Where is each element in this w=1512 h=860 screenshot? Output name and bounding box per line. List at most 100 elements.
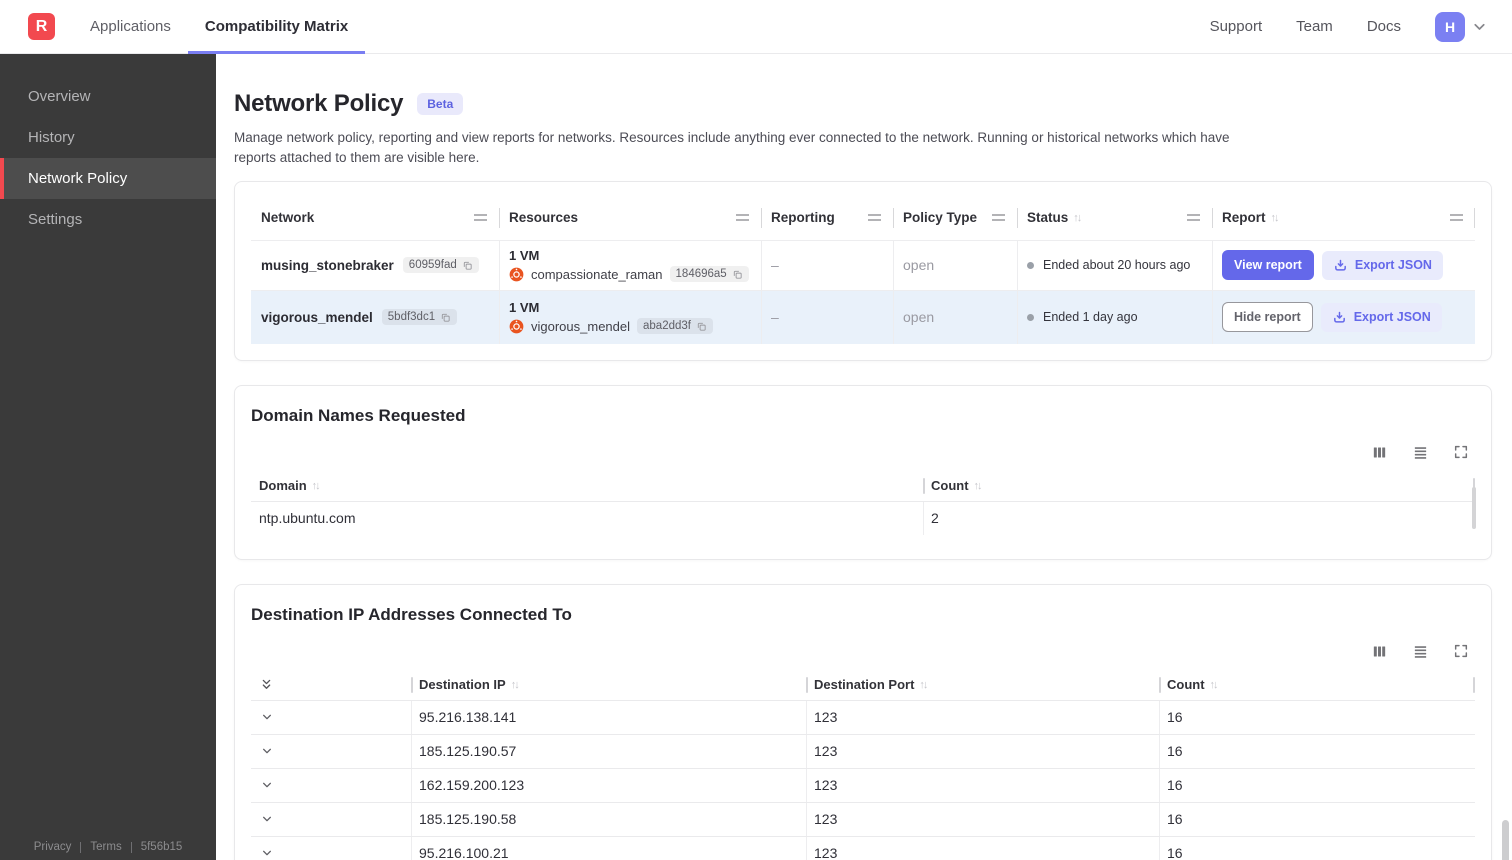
download-icon	[1334, 259, 1346, 271]
tab-applications[interactable]: Applications	[73, 0, 188, 54]
export-json-button[interactable]: Export JSON	[1321, 250, 1443, 280]
column-header-reporting[interactable]: Reporting	[761, 196, 893, 240]
column-header-resources[interactable]: Resources	[499, 196, 761, 240]
page-description: Manage network policy, reporting and vie…	[234, 130, 1230, 166]
destinations-card: Destination IP Addresses Connected To De…	[234, 583, 1492, 860]
expand-icon[interactable]	[1453, 444, 1469, 460]
column-label: Resources	[509, 210, 579, 225]
view-report-button[interactable]: View report	[1222, 250, 1314, 280]
copy-icon[interactable]	[696, 321, 707, 332]
column-drag-handle-icon[interactable]	[736, 214, 749, 221]
column-header-status[interactable]: Status ↑↓	[1017, 196, 1212, 240]
sort-icon[interactable]: ↑↓	[312, 480, 321, 492]
tab-compatibility-matrix[interactable]: Compatibility Matrix	[188, 0, 365, 54]
column-header-report[interactable]: Report ↑↓	[1212, 196, 1475, 240]
logo-letter: R	[35, 17, 48, 35]
expand-all-column-header[interactable]	[251, 670, 411, 700]
network-id-badge[interactable]: 5bdf3dc1	[381, 309, 458, 325]
column-header-count[interactable]: Count ↑↓	[923, 471, 1475, 501]
vm-id-badge[interactable]: 184696a5	[669, 266, 749, 282]
sort-icon[interactable]: ↑↓	[1210, 679, 1219, 691]
expand-icon[interactable]	[1453, 643, 1469, 659]
chevron-down-icon[interactable]	[1471, 18, 1488, 35]
columns-icon[interactable]	[1371, 444, 1388, 461]
row-expand-chevron-icon[interactable]	[259, 709, 275, 725]
row-expand-chevron-icon[interactable]	[259, 777, 275, 793]
column-header-destination-port[interactable]: Destination Port ↑↓	[806, 670, 1159, 700]
export-json-label: Export JSON	[1354, 258, 1432, 272]
sort-icon[interactable]: ↑↓	[919, 679, 928, 691]
column-header-domain[interactable]: Domain ↑↓	[251, 471, 923, 501]
expand-all-icon[interactable]	[259, 677, 274, 692]
export-json-button[interactable]: Export JSON	[1320, 302, 1442, 332]
ubuntu-icon	[509, 267, 524, 281]
nav-link-support[interactable]: Support	[1210, 18, 1263, 35]
resources-summary: 1 VM	[509, 248, 540, 263]
vm-id: 184696a5	[675, 268, 727, 280]
copy-icon[interactable]	[440, 312, 451, 323]
destination-port-value: 123	[806, 734, 1159, 768]
sidebar-item-overview[interactable]: Overview	[0, 76, 216, 117]
sidebar-item-history[interactable]: History	[0, 117, 216, 158]
column-header-network[interactable]: Network	[251, 196, 499, 240]
sidebar-item-settings[interactable]: Settings	[0, 199, 216, 240]
column-label: Domain	[259, 478, 307, 493]
vm-id-badge[interactable]: aba2dd3f	[637, 318, 713, 334]
column-drag-handle-icon[interactable]	[1187, 214, 1200, 221]
beta-badge: Beta	[417, 93, 464, 115]
page-scrollbar-thumb[interactable]	[1502, 820, 1509, 860]
column-drag-handle-icon[interactable]	[992, 214, 1005, 221]
network-cell: musing_stonebraker 60959fad	[251, 241, 499, 290]
reporting-value: –	[761, 290, 893, 344]
status-dot	[1027, 313, 1034, 321]
destination-port-value: 123	[806, 836, 1159, 860]
count-value: 16	[1159, 734, 1475, 768]
domains-table-header: Domain ↑↓ Count ↑↓	[251, 471, 1475, 501]
status-text: Ended 1 day ago	[1043, 310, 1138, 324]
rows-icon[interactable]	[1412, 643, 1429, 660]
count-value: 2	[923, 501, 1475, 535]
destination-table-row: 185.125.190.57 123 16	[251, 733, 1475, 768]
policy-type-value: open	[893, 290, 1017, 344]
sort-icon[interactable]: ↑↓	[974, 480, 983, 492]
column-header-count[interactable]: Count ↑↓	[1159, 670, 1475, 700]
network-id-badge[interactable]: 60959fad	[402, 257, 479, 273]
rows-icon[interactable]	[1412, 444, 1429, 461]
columns-icon[interactable]	[1371, 643, 1388, 660]
sort-icon[interactable]: ↑↓	[1073, 212, 1082, 224]
copy-icon[interactable]	[732, 269, 743, 280]
network-table-row: vigorous_mendel 5bdf3dc1 1 VM vigorous_m…	[251, 289, 1475, 344]
nav-link-docs[interactable]: Docs	[1367, 18, 1401, 35]
ubuntu-icon	[509, 319, 524, 333]
column-drag-handle-icon[interactable]	[474, 214, 487, 221]
destination-ip-value: 185.125.190.57	[411, 734, 806, 768]
app-logo[interactable]: R	[28, 13, 55, 40]
column-drag-handle-icon[interactable]	[868, 214, 881, 221]
column-drag-handle-icon[interactable]	[1450, 214, 1463, 221]
destination-table-row: 185.125.190.58 123 16	[251, 801, 1475, 836]
scrollbar-thumb[interactable]	[1472, 486, 1476, 529]
copy-icon[interactable]	[462, 260, 473, 271]
card-title: Domain Names Requested	[251, 405, 466, 425]
sidebar-item-network-policy[interactable]: Network Policy	[0, 158, 216, 199]
sort-icon[interactable]: ↑↓	[1271, 212, 1280, 224]
row-expand-chevron-icon[interactable]	[259, 845, 275, 860]
networks-table-header: Network Resources Reporting Policy Type …	[251, 196, 1475, 240]
avatar[interactable]: H	[1435, 11, 1465, 42]
count-value: 16	[1159, 768, 1475, 802]
network-cell: vigorous_mendel 5bdf3dc1	[251, 291, 499, 344]
row-expand-chevron-icon[interactable]	[259, 811, 275, 827]
hide-report-button[interactable]: Hide report	[1222, 302, 1313, 332]
row-expand-chevron-icon[interactable]	[259, 743, 275, 759]
column-header-policy-type[interactable]: Policy Type	[893, 196, 1017, 240]
terms-link[interactable]: Terms	[90, 841, 121, 853]
column-header-destination-ip[interactable]: Destination IP ↑↓	[411, 670, 806, 700]
privacy-link[interactable]: Privacy	[34, 841, 72, 853]
column-label: Reporting	[771, 210, 835, 225]
network-table-row: musing_stonebraker 60959fad 1 VM compass…	[251, 239, 1475, 290]
sort-icon[interactable]: ↑↓	[511, 679, 520, 691]
policy-type-value: open	[893, 240, 1017, 290]
reporting-value: –	[761, 240, 893, 290]
nav-link-team[interactable]: Team	[1296, 18, 1333, 35]
destination-ip-value: 95.216.138.141	[411, 700, 806, 734]
